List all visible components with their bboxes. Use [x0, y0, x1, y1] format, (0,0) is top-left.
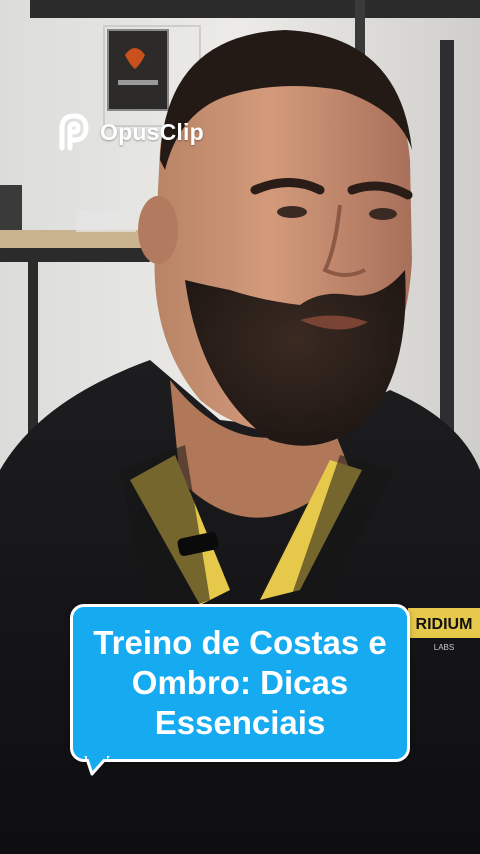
caption-bubble-tail [84, 756, 110, 776]
caption-bubble: Treino de Costas e Ombro: Dicas Essencia… [70, 604, 410, 762]
video-frame: RIDIUM LABS OpusClip Treino de Costas e … [0, 0, 480, 854]
watermark-brand-text: OpusClip [100, 118, 204, 145]
shirt-logo-text: RIDIUM [416, 616, 473, 633]
shirt-logo-subtext: LABS [434, 643, 454, 652]
metal-frame [440, 40, 454, 460]
ceiling-beam [30, 0, 480, 18]
opusclip-logo-icon [59, 113, 89, 151]
caption-text: Treino de Costas e Ombro: Dicas Essencia… [93, 624, 387, 741]
opusclip-watermark: OpusClip [54, 112, 204, 152]
